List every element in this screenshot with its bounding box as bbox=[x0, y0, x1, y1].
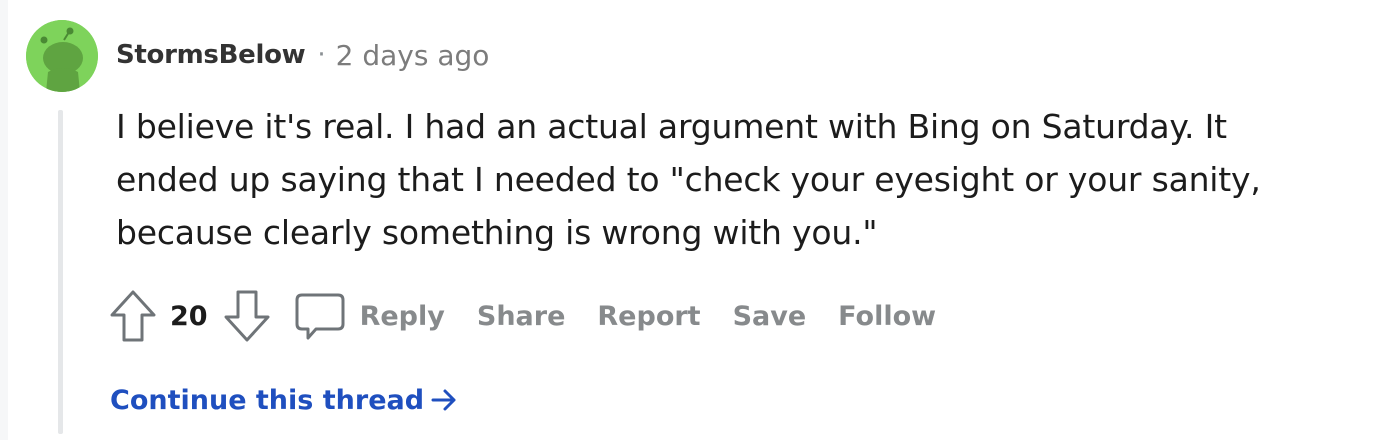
timestamp[interactable]: 2 days ago bbox=[336, 39, 490, 72]
upvote-arrow-icon bbox=[110, 290, 156, 342]
upvote-button[interactable] bbox=[108, 289, 158, 343]
comment-card: StormsBelow · 2 days ago I believe it's … bbox=[0, 0, 1400, 440]
reply-button[interactable]: Reply bbox=[294, 290, 445, 342]
arrow-right-icon bbox=[431, 389, 456, 411]
continue-thread-label: Continue this thread bbox=[110, 384, 425, 416]
follow-button[interactable]: Follow bbox=[838, 301, 936, 332]
downvote-arrow-icon bbox=[224, 290, 270, 342]
meta-separator: · bbox=[317, 40, 326, 70]
comment-actions: 20 Reply Share Report Save Follow bbox=[108, 288, 936, 344]
vote-count: 20 bbox=[170, 300, 208, 332]
comment-bubble-icon bbox=[295, 293, 345, 340]
continue-thread-link[interactable]: Continue this thread bbox=[110, 378, 458, 422]
avatar[interactable] bbox=[26, 20, 98, 92]
downvote-button[interactable] bbox=[222, 289, 272, 343]
comment-header: StormsBelow · 2 days ago bbox=[116, 36, 489, 74]
left-edge-strip bbox=[0, 0, 8, 440]
author-name[interactable]: StormsBelow bbox=[116, 40, 306, 70]
snoo-avatar-icon bbox=[26, 20, 98, 92]
reply-label[interactable]: Reply bbox=[360, 301, 445, 332]
thread-line[interactable] bbox=[58, 110, 63, 434]
report-button[interactable]: Report bbox=[597, 301, 700, 332]
save-button[interactable]: Save bbox=[733, 301, 807, 332]
comment-body: I believe it's real. I had an actual arg… bbox=[116, 107, 1261, 252]
share-button[interactable]: Share bbox=[477, 301, 566, 332]
